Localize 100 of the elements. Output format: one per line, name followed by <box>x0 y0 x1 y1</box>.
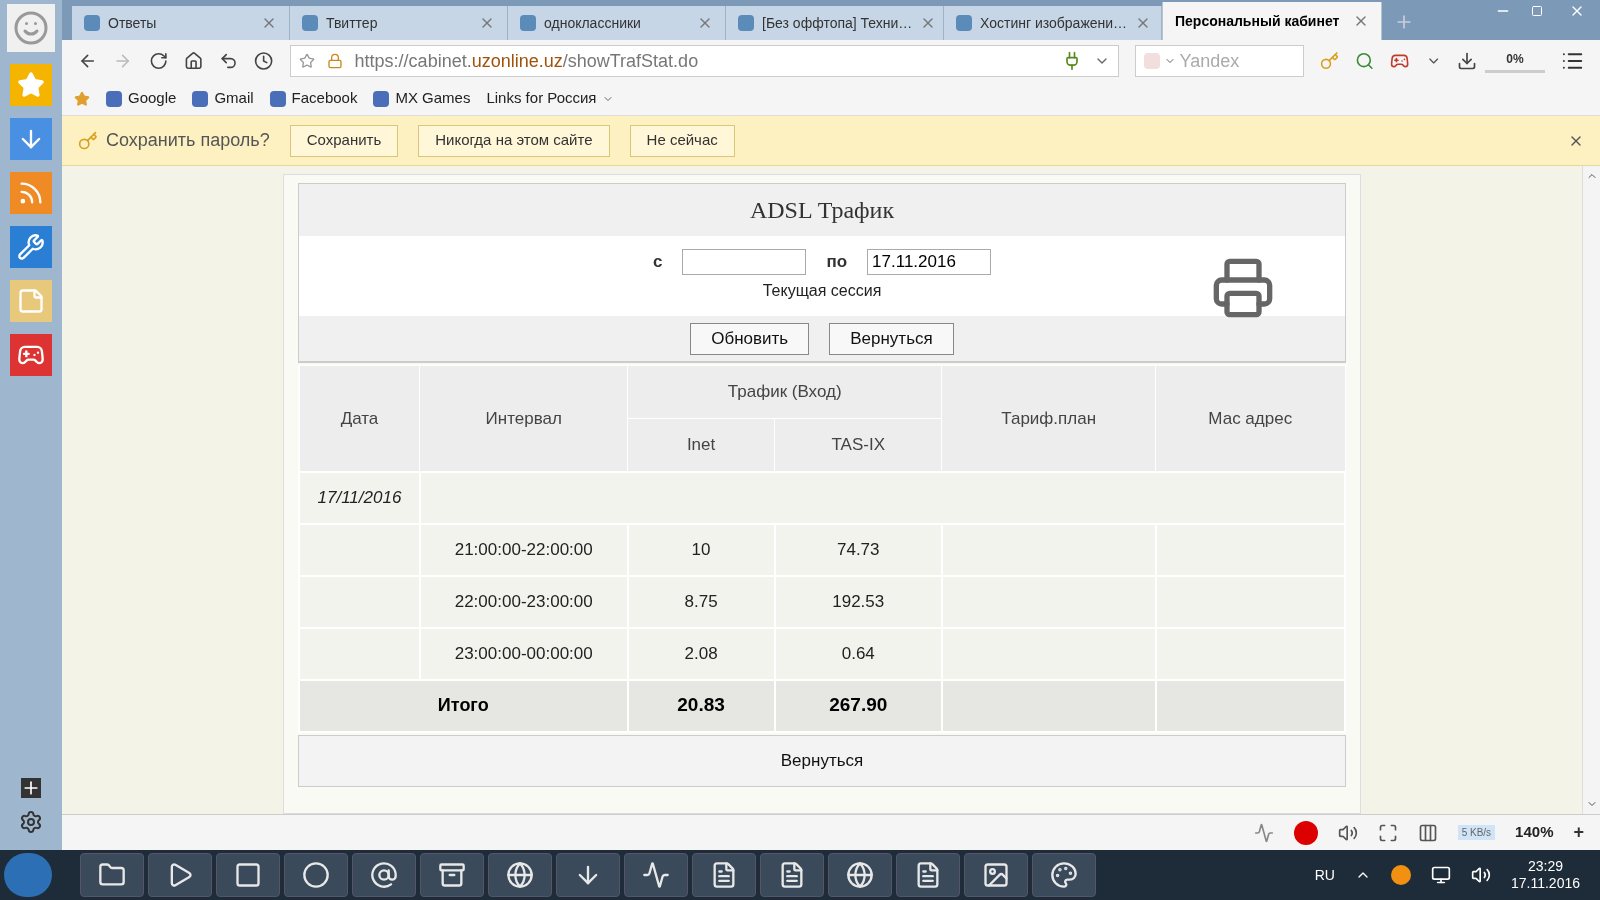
browser-tab[interactable]: Персональный кабинет <box>1162 2 1382 40</box>
to-date-field[interactable]: 17.11.2016 <box>867 249 992 275</box>
table-cell: 22:00:00-23:00:00 <box>419 575 628 628</box>
password-prompt: Сохранить пароль? <box>106 129 270 152</box>
address-bar[interactable]: https://cabinet.uzonline.uz/showTrafStat.do <box>289 45 1119 77</box>
tab-title: Хостинг изображени… <box>980 13 1128 33</box>
table-cell: 10 <box>627 523 775 576</box>
star-icon[interactable] <box>74 90 90 107</box>
column-header: Интервал <box>419 365 628 472</box>
bookmark[interactable]: Gmail <box>192 87 254 110</box>
site-icon <box>269 90 286 107</box>
add-icon[interactable] <box>21 778 41 798</box>
bookmark[interactable]: Links for Россия <box>486 87 615 110</box>
taskbar-button[interactable] <box>692 853 756 897</box>
table-cell: 0.64 <box>774 627 942 680</box>
globe-icon <box>506 861 534 889</box>
form-button[interactable]: Вернуться <box>829 322 954 355</box>
speed-text: 5 KB/s <box>1457 825 1496 840</box>
date-cell: 17/11/2016 <box>299 471 420 524</box>
back-link[interactable]: Вернуться <box>780 747 864 774</box>
key-icon <box>78 130 98 151</box>
search-icon[interactable] <box>1355 51 1375 71</box>
bookmark[interactable]: Facebook <box>269 87 358 110</box>
language-indicator[interactable]: RU <box>1314 864 1335 886</box>
volume-icon[interactable] <box>1470 865 1491 885</box>
printer-icon[interactable] <box>1211 256 1275 320</box>
download-icon[interactable] <box>1456 51 1477 71</box>
taskbar-button[interactable] <box>148 853 212 897</box>
split-view-icon[interactable] <box>1417 822 1438 843</box>
download-percent: 0% <box>1506 50 1524 68</box>
column-header: Inet <box>627 418 775 472</box>
site-icon <box>520 15 536 31</box>
network-icon[interactable] <box>1430 865 1451 885</box>
taskbar-button[interactable] <box>556 853 620 897</box>
from-date-field[interactable] <box>682 249 807 275</box>
from-label: с <box>652 251 663 274</box>
gamepad-icon[interactable] <box>10 334 52 376</box>
star-icon[interactable] <box>298 53 315 69</box>
column-header: Трафик (Вход) <box>627 365 942 419</box>
zoom-level: 140% <box>1515 822 1554 843</box>
start-button[interactable] <box>4 853 52 897</box>
taskbar-button[interactable] <box>216 853 280 897</box>
tray-app-icon[interactable] <box>1390 865 1411 885</box>
settings-icon[interactable] <box>19 810 43 834</box>
reload-icon[interactable] <box>148 51 168 71</box>
prompt-button[interactable]: Не сейчас <box>629 124 735 157</box>
prompt-button[interactable]: Никогда на этом сайте <box>418 124 610 157</box>
fullscreen-icon[interactable] <box>1377 822 1398 843</box>
browser-tab[interactable]: одноклассники <box>508 6 726 40</box>
taskbar-button[interactable] <box>284 853 348 897</box>
history-icon[interactable] <box>254 51 274 71</box>
page-title: ADSL Трафик <box>749 196 895 225</box>
restore-icon[interactable] <box>1531 5 1543 17</box>
table-cell: 192.53 <box>774 575 942 628</box>
taskbar-button[interactable] <box>80 853 144 897</box>
archive-icon <box>438 861 466 889</box>
taskbar-button[interactable] <box>420 853 484 897</box>
activity-icon[interactable] <box>1253 822 1274 843</box>
taskbar-button[interactable] <box>760 853 824 897</box>
search-field[interactable]: Yandex <box>1179 47 1290 75</box>
tab-title: Твиттер <box>326 13 378 33</box>
browser-tab[interactable]: Твиттер <box>290 6 508 40</box>
volume-icon[interactable] <box>1337 822 1358 843</box>
browser-tab[interactable]: Хостинг изображени… <box>944 6 1162 40</box>
home-icon[interactable] <box>183 51 204 71</box>
tab-title: одноклассники <box>544 13 641 33</box>
table-cell: 74.73 <box>774 523 942 576</box>
taskbar-button[interactable] <box>488 853 552 897</box>
taskbar-button[interactable] <box>896 853 960 897</box>
column-header: Тариф.план <box>941 365 1156 472</box>
browser-tab[interactable]: Ответы <box>72 6 290 40</box>
folder-icon <box>98 861 126 889</box>
total-label: Итого <box>299 679 628 732</box>
site-icon <box>373 90 390 107</box>
tools-icon[interactable] <box>10 226 52 268</box>
table-cell: 23:00:00-00:00:00 <box>419 627 628 680</box>
palette-icon <box>1050 861 1078 889</box>
site-icon <box>84 15 100 31</box>
lock-icon <box>326 53 343 69</box>
form-button[interactable]: Обновить <box>690 322 810 355</box>
tab-title: Персональный кабинет <box>1175 11 1340 31</box>
bookmark[interactable]: MX Games <box>373 87 471 110</box>
prompt-button[interactable]: Сохранить <box>289 124 399 157</box>
undo-icon[interactable] <box>219 51 239 71</box>
bookmark[interactable]: Google <box>106 87 177 110</box>
taskbar-button[interactable] <box>352 853 416 897</box>
search-box[interactable]: Yandex <box>1134 45 1304 77</box>
taskbar-button[interactable] <box>624 853 688 897</box>
url-text: https://cabinet.uzonline.uz/showTrafStat.do <box>354 49 699 73</box>
taskbar-button[interactable] <box>828 853 892 897</box>
column-header: TAS-IX <box>774 418 942 472</box>
zoom-in-button[interactable]: + <box>1573 819 1584 846</box>
session-label: Текущая сессия <box>762 281 882 301</box>
table-cell: 21:00:00-22:00:00 <box>419 523 628 576</box>
clock[interactable]: 23:29 17.11.2016 <box>1510 857 1580 893</box>
taskbar-button[interactable] <box>964 853 1028 897</box>
browser-tab[interactable]: [Без оффтопа] Техни… <box>726 6 944 40</box>
ring-icon <box>302 861 330 889</box>
taskbar-button[interactable] <box>1032 853 1096 897</box>
globe-icon <box>846 861 874 889</box>
